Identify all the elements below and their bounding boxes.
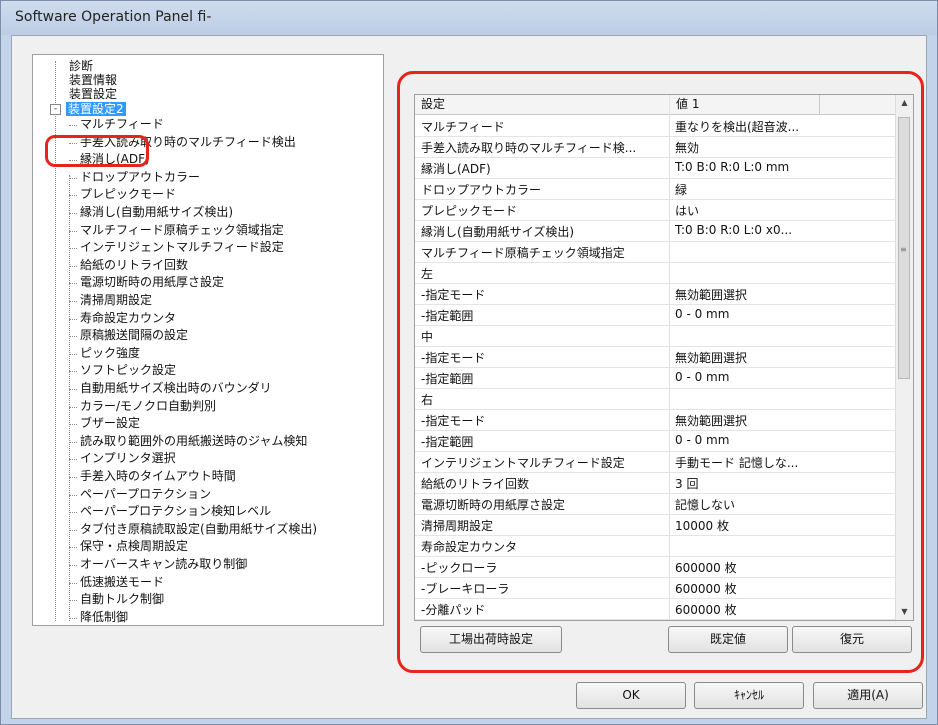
tree-branch-line <box>69 213 77 214</box>
tree-branch-line <box>69 477 77 478</box>
tree-child-item[interactable]: 給紙のリトライ回数 <box>80 258 188 273</box>
window-title: Software Operation Panel fi- <box>15 9 212 25</box>
tree-branch-line <box>69 230 77 232</box>
tree-child-item[interactable]: 縁消し(自動用紙サイズ検出) <box>80 205 233 220</box>
tree-child-item[interactable]: インテリジェントマルチフィード設定 <box>80 240 284 255</box>
tree-branch-line <box>69 248 77 250</box>
tree-branch-line <box>69 177 77 179</box>
tree-child-item[interactable]: ブザー設定 <box>80 416 140 431</box>
tree-item-device-info[interactable]: 装置情報 <box>69 73 117 88</box>
tree-branch-line <box>69 406 77 408</box>
tree-child-item[interactable]: カラー/モノクロ自動判別 <box>80 399 216 414</box>
tree-child-item[interactable]: 電源切断時の用紙厚さ設定 <box>80 275 224 290</box>
tree-collapse-toggle[interactable]: - <box>50 104 61 115</box>
tree-branch-line <box>69 582 77 584</box>
tree-child-item[interactable]: ドロップアウトカラー <box>80 170 200 185</box>
highlight-circle-tree <box>45 135 149 167</box>
tree-branch-line <box>69 389 77 390</box>
tree-branch-line <box>69 301 77 302</box>
tree-branch-line <box>69 265 77 267</box>
tree-child-item[interactable]: ペーパープロテクション <box>80 487 211 502</box>
tree-branch-line <box>69 424 77 426</box>
tree-child-item[interactable]: 低速搬送モード <box>80 575 164 590</box>
highlight-circle-panel <box>397 71 924 673</box>
tree-branch-line <box>69 529 77 531</box>
tree-item-device-settings[interactable]: 装置設定 <box>69 87 117 102</box>
tree-item-device-settings-2[interactable]: 装置設定2 <box>66 102 126 116</box>
tree-child-item[interactable]: 自動用紙サイズ検出時のバウンダリ <box>80 381 272 396</box>
tree-branch-line <box>69 318 77 320</box>
tree-child-item[interactable]: 原稿搬送間隔の設定 <box>80 328 188 343</box>
tree-child-item[interactable]: 手差入時のタイムアウト時間 <box>80 469 236 484</box>
tree-branch-line <box>69 459 77 461</box>
tree-child-item[interactable]: マルチフィード原稿チェック領域指定 <box>80 223 284 238</box>
ok-button[interactable]: OK <box>576 682 686 709</box>
tree-child-item[interactable]: 保守・点検周期設定 <box>80 539 188 554</box>
cancel-button[interactable]: ｷｬﾝｾﾙ <box>694 682 804 709</box>
tree-child-item[interactable]: 寿命設定カウンタ <box>80 311 176 326</box>
tree-branch-line <box>69 547 77 549</box>
tree-child-item[interactable]: マルチフィード <box>80 117 164 132</box>
tree-child-item[interactable]: 読み取り範囲外の用紙搬送時のジャム検知 <box>80 434 307 449</box>
tree-child-item[interactable]: ソフトピック設定 <box>80 363 176 378</box>
title-bar: Software Operation Panel fi- <box>1 1 937 35</box>
tree-child-connector-line <box>69 175 70 621</box>
tree-child-item[interactable]: 自動トルク制御 <box>80 592 164 607</box>
tree-branch-line <box>69 512 77 514</box>
tree-branch-line <box>69 565 77 566</box>
apply-button[interactable]: 適用(A) <box>813 682 923 709</box>
tree-child-item[interactable]: ピック強度 <box>80 346 140 361</box>
tree-child-item[interactable]: プレピックモード <box>80 187 176 202</box>
tree-child-item[interactable]: 清掃周期設定 <box>80 293 152 308</box>
tree-branch-line <box>69 600 77 602</box>
tree-child-item[interactable]: インプリンタ選択 <box>80 451 176 466</box>
tree-child-item[interactable]: オーバースキャン読み取り制御 <box>80 557 247 572</box>
tree-item-diagnosis[interactable]: 診断 <box>69 59 93 74</box>
tree-child-item[interactable]: 降低制御 <box>80 610 128 625</box>
tree-child-item[interactable]: ペーパープロテクション検知レベル <box>80 504 271 519</box>
tree-branch-line <box>69 441 77 443</box>
tree-branch-line <box>69 283 77 285</box>
tree-branch-line <box>69 353 77 355</box>
tree-branch-line <box>69 494 77 496</box>
tree-child-item[interactable]: タブ付き原稿読取設定(自動用紙サイズ検出) <box>80 522 317 537</box>
tree-branch-line <box>69 336 77 338</box>
tree-branch-line <box>69 125 77 126</box>
tree-branch-line <box>69 617 77 619</box>
tree-branch-line <box>69 195 77 197</box>
tree-branch-line <box>69 371 77 373</box>
